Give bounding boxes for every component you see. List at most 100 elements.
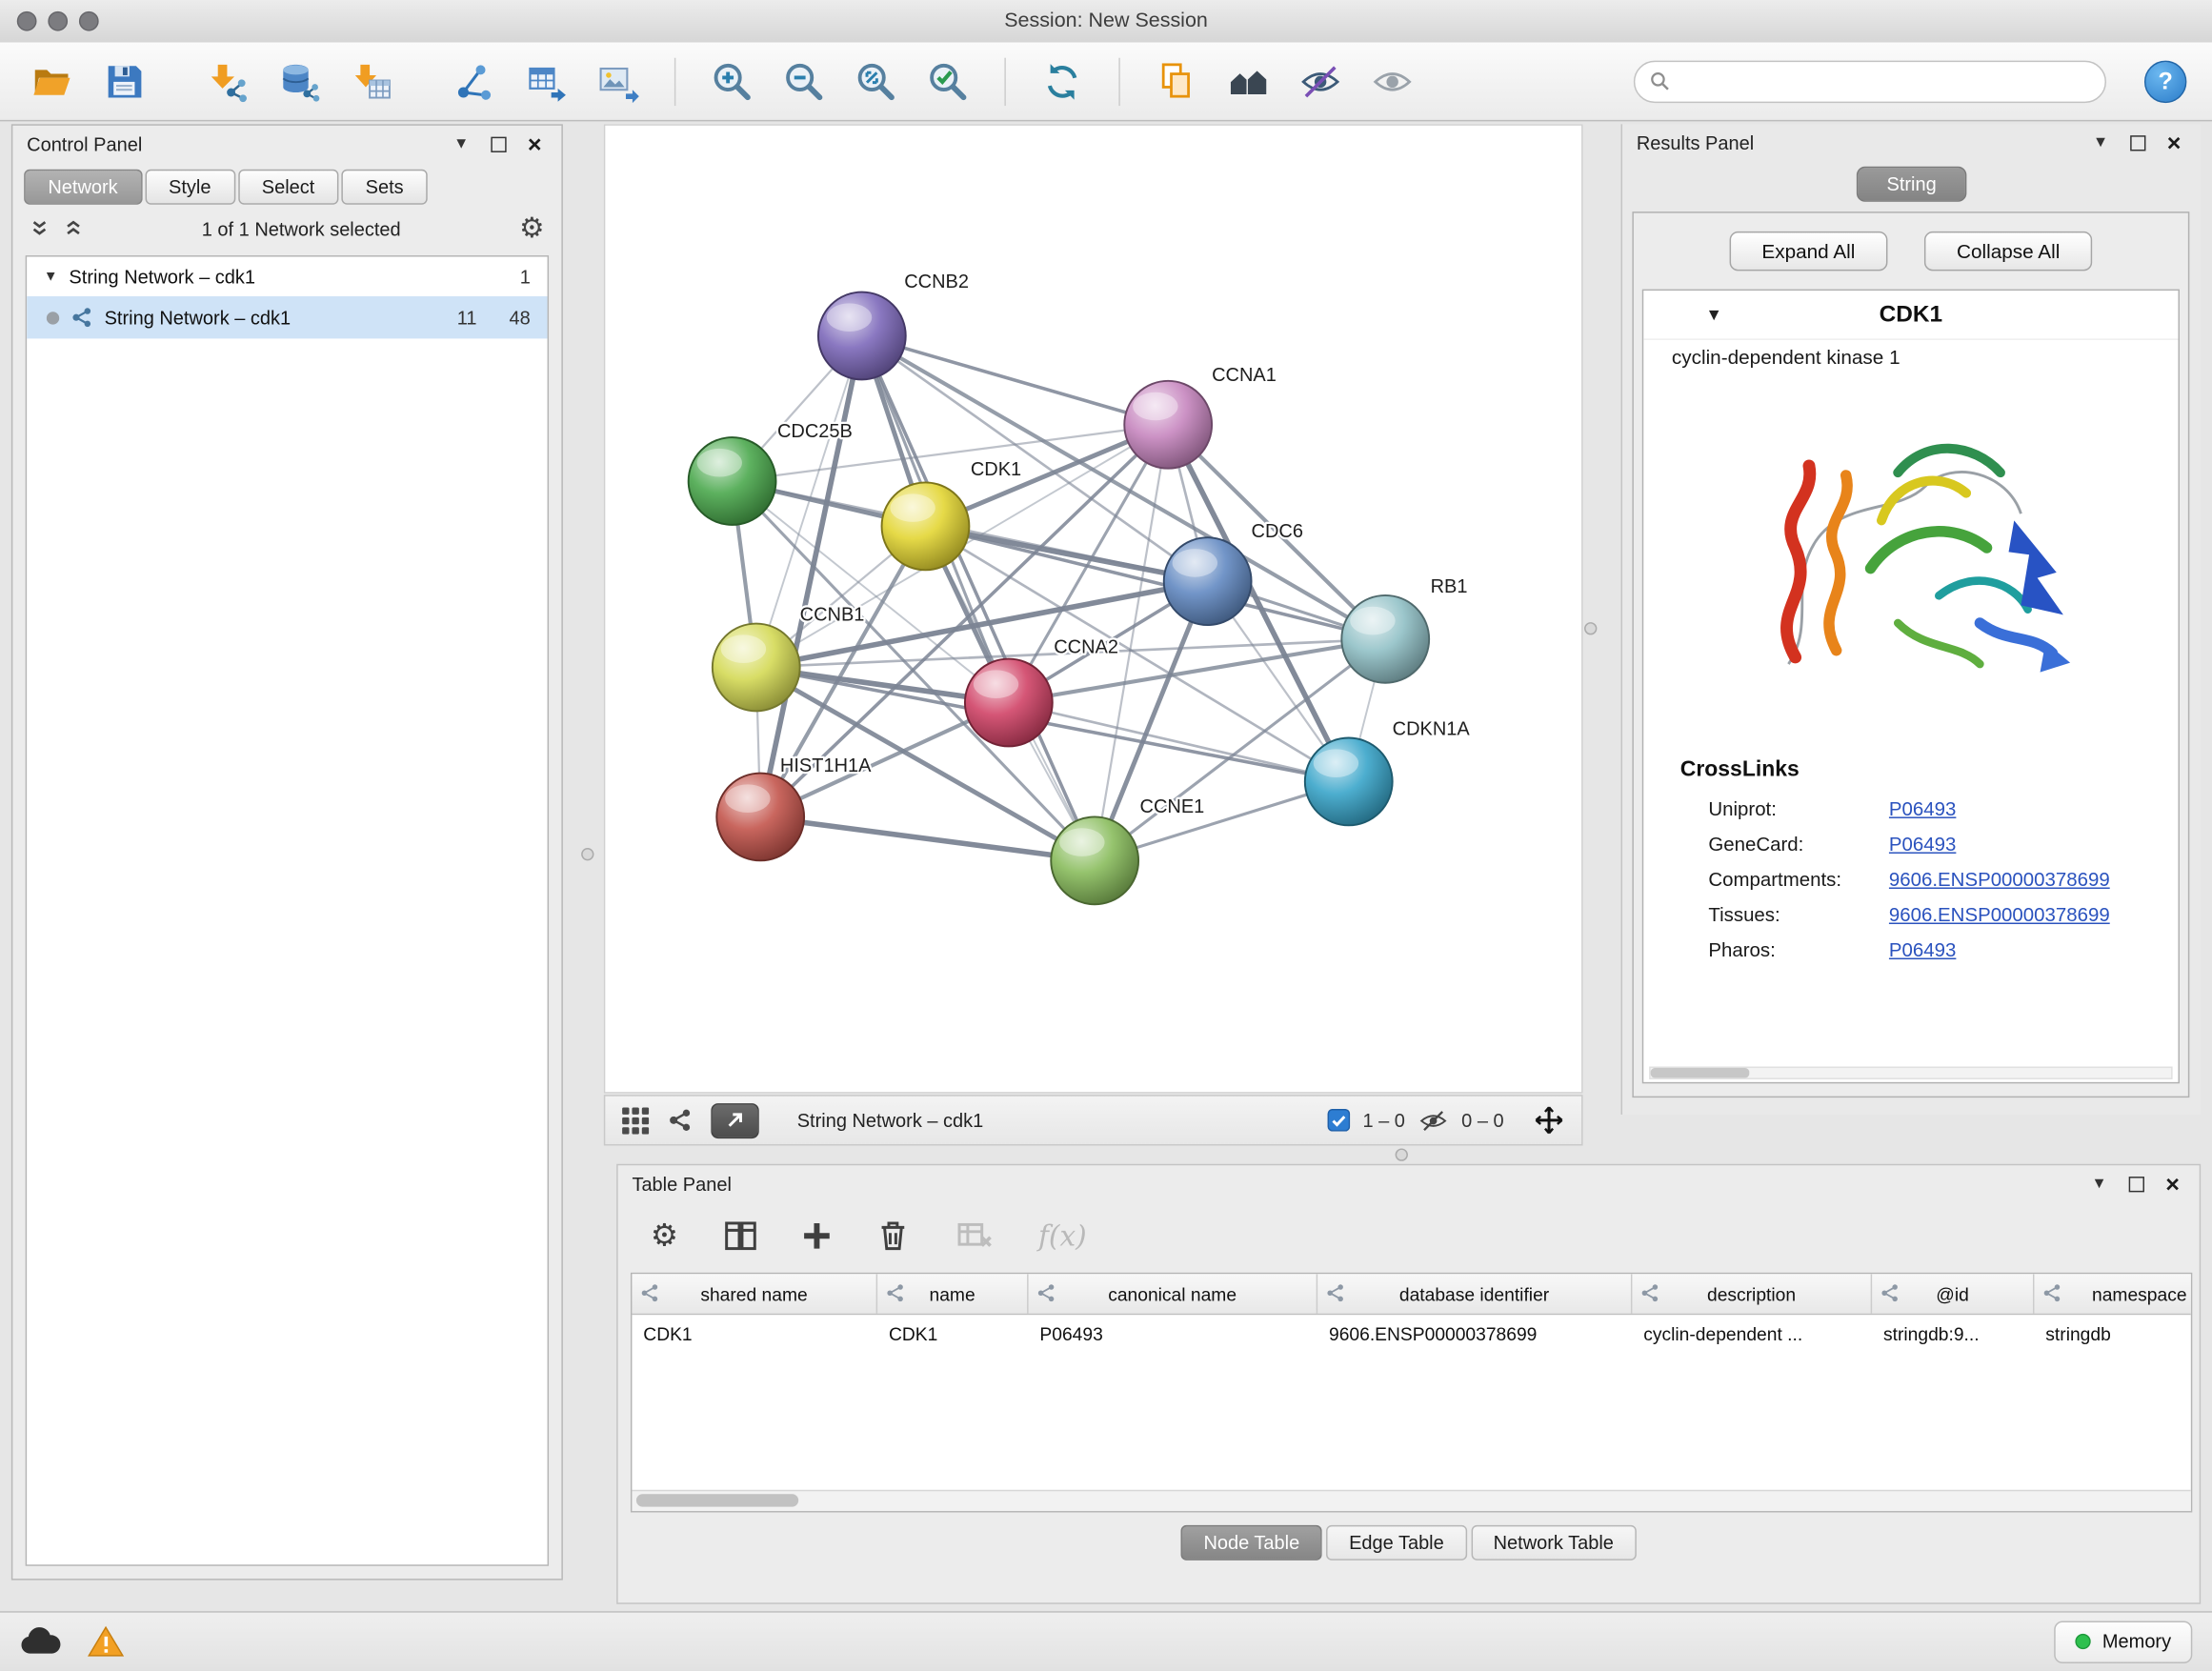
help-button[interactable]: ? [2144,60,2186,102]
import-table-file-button[interactable] [344,53,397,110]
zoom-out-button[interactable] [777,53,831,110]
splitter-handle[interactable] [581,848,593,860]
open-session-button[interactable] [26,53,79,110]
birds-eye-view-icon[interactable] [1534,1105,1565,1137]
show-columns-icon[interactable] [719,1215,761,1257]
column-type-icon [2042,1284,2061,1302]
graphics-details-button[interactable] [711,1102,758,1137]
results-horizontal-scrollbar[interactable] [1649,1067,2172,1079]
column-header-description[interactable]: description [1632,1274,1872,1313]
scrollbar-thumb[interactable] [1651,1068,1750,1077]
search-input[interactable] [1679,70,2090,93]
column-header-id[interactable]: @id [1872,1274,2034,1313]
crosslink-genecard-link[interactable]: P06493 [1889,834,1956,855]
panel-close-icon[interactable]: × [522,131,548,157]
selected-checkbox-icon[interactable] [1327,1109,1350,1132]
import-network-database-button[interactable] [272,53,326,110]
column-header-database-identifier[interactable]: database identifier [1317,1274,1632,1313]
collapse-all-button[interactable]: Collapse All [1924,232,2092,271]
crosslink-pharos-link[interactable]: P06493 [1889,939,1956,960]
hide-selected-button[interactable] [1294,53,1347,110]
panel-float-icon[interactable] [2123,1171,2149,1197]
tab-node-table[interactable]: Node Table [1181,1525,1322,1560]
disclosure-triangle-icon[interactable]: ▼ [1705,305,1722,325]
import-network-file-button[interactable] [200,53,253,110]
splitter-handle[interactable] [1584,622,1597,634]
tab-network-table[interactable]: Network Table [1471,1525,1637,1560]
add-column-icon[interactable] [795,1215,837,1257]
crosslink-uniprot-link[interactable]: P06493 [1889,798,1956,819]
zoom-selected-button[interactable] [921,53,975,110]
tab-sets[interactable]: Sets [341,170,427,205]
new-network-button[interactable] [447,53,500,110]
tab-edge-table[interactable]: Edge Table [1326,1525,1466,1560]
network-selection-row: 1 of 1 Network selected ⚙ [12,208,561,250]
warning-icon[interactable] [88,1625,125,1658]
panel-float-icon[interactable] [2124,130,2150,155]
cell-id[interactable]: stringdb:9... [1872,1322,2034,1343]
zoom-fit-button[interactable] [850,53,903,110]
crosslink-tissues-link[interactable]: 9606.ENSP00000378699 [1889,904,2110,925]
new-table-button[interactable] [519,53,573,110]
crosslink-label: GeneCard: [1708,834,1889,855]
panel-close-icon[interactable]: × [2162,130,2187,155]
expand-all-button[interactable]: Expand All [1729,232,1887,271]
table-settings-gear-icon[interactable]: ⚙ [643,1215,685,1257]
expand-all-icon[interactable] [64,219,84,239]
network-options-gear-icon[interactable]: ⚙ [519,214,545,243]
refresh-layout-icon [1041,60,1083,102]
splitter-handle[interactable] [1396,1148,1408,1160]
collapse-all-icon[interactable] [30,219,50,239]
panel-collapse-icon[interactable]: ▼ [2086,1171,2112,1197]
column-header-shared-name[interactable]: shared name [632,1274,877,1313]
crosslink-compartments-link[interactable]: 9606.ENSP00000378699 [1889,869,2110,890]
export-image-button[interactable] [591,53,644,110]
show-all-button[interactable] [1366,53,1419,110]
panel-float-icon[interactable] [485,131,511,157]
network-collection-row[interactable]: ▼ String Network – cdk1 1 [27,257,547,296]
string-network-graph[interactable]: CCNB2CCNA1CDC25BCDK1CDC6RB1CCNB1CCNA2CDK… [605,126,1581,1092]
gene-header-row[interactable]: ▼ CDK1 [1643,291,2178,340]
disclosure-triangle-icon[interactable]: ▼ [44,269,58,284]
network-canvas[interactable]: CCNB2CCNA1CDC25BCDK1CDC6RB1CCNB1CCNA2CDK… [604,124,1583,1093]
zoom-in-button[interactable] [705,53,758,110]
tab-style[interactable]: Style [145,170,235,205]
import-network-database-icon [278,60,320,102]
column-header-namespace[interactable]: namespace [2034,1274,2192,1313]
cell-shared-name[interactable]: CDK1 [632,1322,877,1343]
tab-select[interactable]: Select [238,170,339,205]
gene-name: CDK1 [1643,301,2178,328]
memory-button[interactable]: Memory [2055,1621,2193,1662]
save-session-button[interactable] [97,53,151,110]
panel-collapse-icon[interactable]: ▼ [449,131,474,157]
cell-database-identifier[interactable]: 9606.ENSP00000378699 [1317,1322,1632,1343]
scrollbar-thumb[interactable] [636,1494,798,1506]
results-tab-string[interactable]: String [1857,167,1965,202]
import-network-file-icon [206,60,248,102]
hidden-eye-slash-icon[interactable] [1418,1108,1449,1132]
cell-name[interactable]: CDK1 [877,1322,1028,1343]
panel-collapse-icon[interactable]: ▼ [2088,130,2114,155]
svg-text:CCNA2: CCNA2 [1054,637,1118,658]
column-header-canonical-name[interactable]: canonical name [1029,1274,1318,1313]
cloud-status-icon[interactable] [20,1626,62,1656]
panel-close-icon[interactable]: × [2160,1171,2185,1197]
delete-column-trash-icon[interactable] [872,1215,914,1257]
network-share-icon[interactable] [667,1108,693,1134]
control-panel-header: Control Panel ▼ × [12,126,561,163]
copy-button[interactable] [1150,53,1203,110]
tab-network[interactable]: Network [24,170,142,205]
cell-description[interactable]: cyclin-dependent ... [1632,1322,1872,1343]
network-edge-count: 48 [488,307,530,328]
column-header-name[interactable]: name [877,1274,1028,1313]
grid-view-icon[interactable] [622,1107,649,1134]
table-row[interactable]: CDK1 CDK1 P06493 9606.ENSP00000378699 cy… [632,1315,2190,1352]
copy-icon [1156,60,1197,102]
search-box[interactable] [1634,60,2106,102]
cell-canonical-name[interactable]: P06493 [1029,1322,1318,1343]
table-horizontal-scrollbar[interactable] [632,1490,2190,1511]
cell-namespace[interactable]: stringdb [2034,1322,2192,1343]
first-neighbors-button[interactable] [1221,53,1275,110]
network-row-selected[interactable]: String Network – cdk1 11 48 [27,296,547,338]
refresh-layout-button[interactable] [1036,53,1089,110]
